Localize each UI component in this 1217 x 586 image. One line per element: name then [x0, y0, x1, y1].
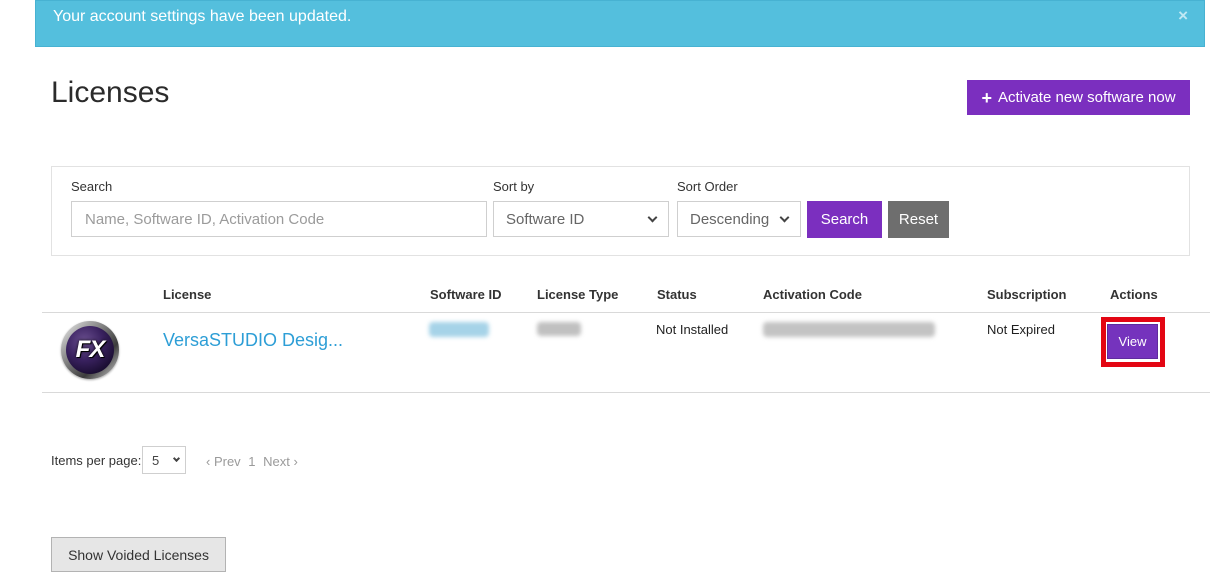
items-per-page-select[interactable]: 5 — [142, 446, 186, 474]
close-icon[interactable]: × — [1178, 7, 1188, 24]
sort-order-select-wrap: Descending — [677, 201, 801, 237]
license-type-redacted — [537, 322, 581, 336]
sort-order-label: Sort Order — [677, 179, 738, 194]
sort-by-label: Sort by — [493, 179, 534, 194]
notification-banner: Your account settings have been updated.… — [35, 0, 1205, 47]
filter-panel: Search Sort by Software ID Sort Order De… — [51, 166, 1190, 256]
column-header-subscription: Subscription — [987, 287, 1066, 302]
show-voided-licenses-button[interactable]: Show Voided Licenses — [51, 537, 226, 572]
items-per-page-select-wrap: 5 — [142, 446, 186, 474]
status-value: Not Installed — [656, 322, 728, 337]
banner-message: Your account settings have been updated. — [53, 8, 351, 26]
column-header-license-type: License Type — [537, 287, 618, 302]
next-page-link[interactable]: Next › — [263, 454, 298, 469]
column-header-license: License — [163, 287, 211, 302]
page-title: Licenses — [51, 76, 169, 110]
fx-logo-inner: FX — [66, 326, 114, 374]
fx-product-logo-icon: FX — [61, 321, 119, 379]
plus-icon: + — [981, 89, 992, 107]
items-per-page-label: Items per page: — [51, 453, 141, 468]
reset-button[interactable]: Reset — [888, 201, 949, 238]
search-input[interactable] — [71, 201, 487, 237]
license-name-link[interactable]: VersaSTUDIO Desig... — [163, 330, 343, 351]
view-button[interactable]: View — [1107, 324, 1158, 359]
search-label: Search — [71, 179, 112, 194]
column-header-actions: Actions — [1110, 287, 1158, 302]
activate-new-software-button[interactable]: + Activate new software now — [967, 80, 1190, 115]
subscription-value: Not Expired — [987, 322, 1055, 337]
sort-order-select[interactable]: Descending — [677, 201, 801, 237]
prev-page-link[interactable]: ‹ Prev — [206, 454, 241, 469]
pagination: ‹ Prev 1 Next › — [206, 454, 302, 469]
table-header-divider — [42, 312, 1210, 313]
activate-button-label: Activate new software now — [998, 89, 1176, 106]
licenses-page: Your account settings have been updated.… — [0, 0, 1217, 586]
current-page-number: 1 — [248, 454, 255, 469]
fx-logo-text: FX — [76, 336, 105, 364]
view-button-highlight-box: View — [1101, 317, 1165, 367]
column-header-software-id: Software ID — [430, 287, 502, 302]
column-header-activation-code: Activation Code — [763, 287, 862, 302]
sort-by-select-wrap: Software ID — [493, 201, 669, 237]
column-header-status: Status — [657, 287, 697, 302]
activation-code-redacted — [763, 322, 935, 337]
sort-by-select[interactable]: Software ID — [493, 201, 669, 237]
table-row-divider — [42, 392, 1210, 393]
search-button[interactable]: Search — [807, 201, 882, 238]
software-id-redacted — [429, 322, 489, 337]
